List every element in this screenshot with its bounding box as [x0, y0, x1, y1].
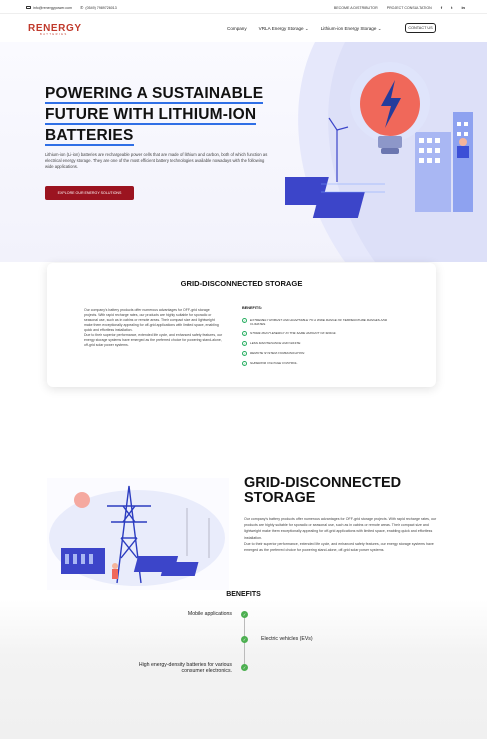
hero-title: POWERING A SUSTAINABLE FUTURE WITH LITHI…	[45, 83, 285, 146]
twitter-icon[interactable]: t	[451, 5, 452, 10]
benefits-section-title: BENEFITS	[226, 591, 261, 598]
check-icon: ✓	[241, 611, 248, 618]
benefit-item: ✓ SUPERIOR VOLTAGE CONTROL.	[242, 361, 299, 367]
nav-item-lithium[interactable]: Lithium-ion Energy Storage ⌄	[321, 26, 382, 32]
benefit-electric-vehicles: Electric vehicles (EVs)	[261, 636, 313, 642]
check-icon: ✓	[241, 664, 248, 671]
benefit-item: ✓ REMOTE SYSTEM COMMUNICATION.	[242, 351, 306, 357]
nav-item-company[interactable]: Company	[227, 26, 247, 32]
project-consultation-link[interactable]: PROJECT CONSULTATION	[387, 6, 432, 10]
hero-illustration	[285, 42, 487, 262]
card-paragraph: Due to their superior performance, exten…	[84, 333, 223, 347]
check-icon: ✓	[242, 331, 247, 337]
check-icon: ✓	[242, 318, 247, 323]
hero-title-line: BATTERIES	[45, 127, 134, 146]
facebook-icon[interactable]: f	[441, 5, 442, 10]
hero-title-line: FUTURE WITH LITHIUM-ION	[45, 106, 257, 125]
benefit-item: ✓ EXTREMELY ROBUST AND ADAPTABLE TO A WID…	[242, 318, 388, 327]
hero-section: POWERING A SUSTAINABLE FUTURE WITH LITHI…	[0, 42, 487, 262]
grid-disconnected-card: GRID-DISCONNECTED STORAGE Our company's …	[47, 263, 436, 387]
check-icon: ✓	[242, 361, 247, 367]
become-distributor-link[interactable]: BECOME A DISTRIBUTOR	[334, 6, 378, 10]
check-icon: ✓	[242, 351, 247, 357]
mail-icon	[26, 5, 31, 10]
email-contact[interactable]: info@renergypower.com	[26, 6, 72, 10]
grid-illustration	[47, 478, 229, 590]
phone-contact[interactable]: ✆ (0549) 7989726013	[80, 5, 117, 10]
top-bar: info@renergypower.com ✆ (0549) 7989726013…	[0, 0, 487, 14]
card-paragraph: Our company's battery products offer num…	[84, 308, 219, 332]
linkedin-icon[interactable]: in	[461, 5, 465, 10]
section2-description: Our company's battery products offer num…	[244, 516, 439, 553]
benefit-item: ✓ STORE MUCH ENERGY IN THE SAME AMOUNT OF…	[242, 331, 337, 337]
section2-paragraph: Due to their superior performance, exten…	[244, 541, 434, 553]
hero-description: Lithium-ion (Li-ion) batteries are recha…	[45, 152, 268, 169]
card-description: Our company's battery products offer num…	[84, 308, 223, 348]
check-icon: ✓	[241, 636, 248, 643]
contact-us-button[interactable]: CONTACT US	[405, 23, 436, 33]
phone-icon: ✆	[80, 5, 84, 10]
main-nav: RENERGY BATTERIES Company VRLA Energy St…	[0, 14, 487, 42]
benefit-consumer-electronics: High energy-density batteries for variou…	[138, 662, 232, 675]
benefit-item: ✓ LESS MAINTENANCE AND WASTE.	[242, 341, 302, 347]
benefits-list: ✓ EXTREMELY ROBUST AND ADAPTABLE TO A WID…	[242, 318, 392, 371]
card-title: GRID-DISCONNECTED STORAGE	[180, 279, 303, 288]
benefit-mobile-applications: Mobile applications	[187, 611, 232, 617]
logo-tagline: BATTERIES	[40, 33, 68, 36]
check-icon: ✓	[242, 341, 247, 347]
hero-title-line: POWERING A SUSTAINABLE	[45, 85, 264, 104]
benefits-heading: BENEFITS:	[242, 306, 263, 310]
explore-solutions-button[interactable]: EXPLORE OUR ENERGY SOLUTIONS	[45, 186, 134, 200]
section2-paragraph: Our company's battery products offer num…	[244, 517, 437, 540]
nav-item-vrla[interactable]: VRLA Energy Storage ⌄	[259, 26, 309, 32]
section2-title: GRID-DISCONNECTED STORAGE	[244, 475, 402, 506]
